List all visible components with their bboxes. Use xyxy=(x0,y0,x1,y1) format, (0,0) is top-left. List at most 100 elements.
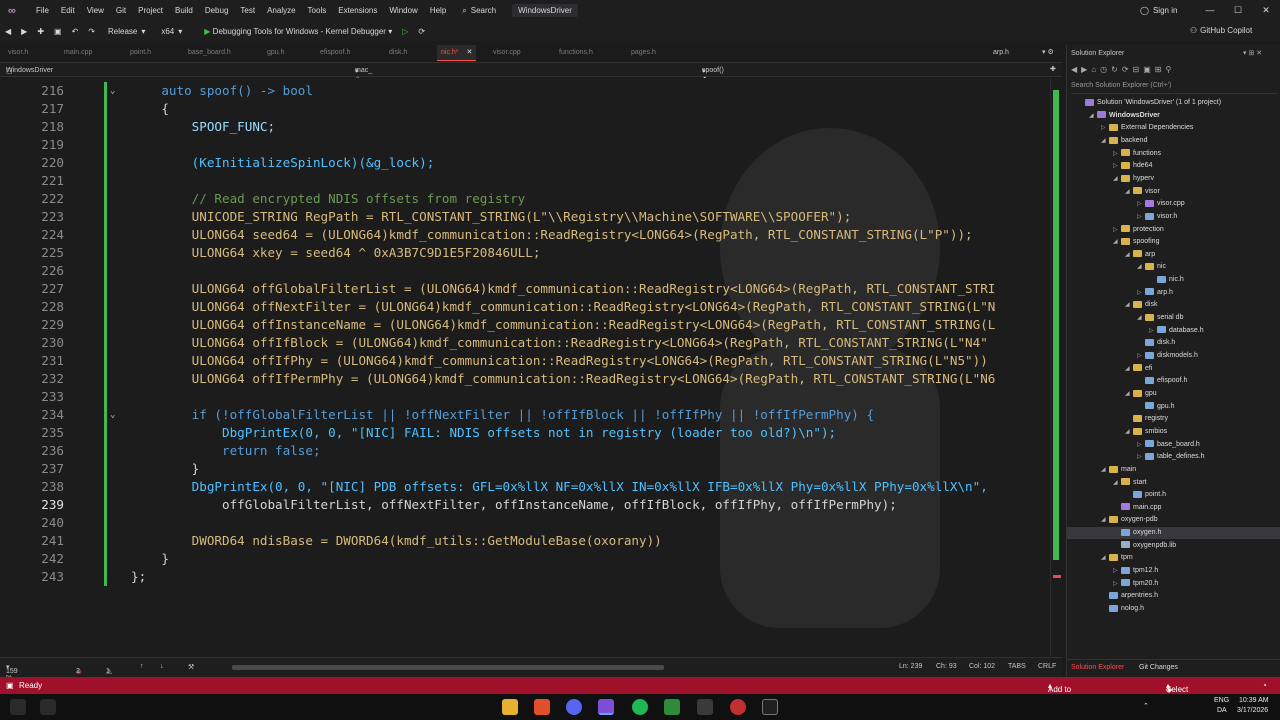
menu-window[interactable]: Window xyxy=(383,0,423,21)
code-line[interactable]: 216 ⌄ auto spoof() -> bool xyxy=(0,82,1050,100)
menu-build[interactable]: Build xyxy=(169,0,199,21)
code-line[interactable]: 222 // Read encrypted NDIS offsets from … xyxy=(0,190,1050,208)
keyboard-language[interactable]: ENG xyxy=(1214,697,1229,704)
tree-item[interactable]: ◢ arp xyxy=(1125,249,1155,261)
navigate-down-icon[interactable]: ↓ xyxy=(160,663,164,670)
tree-item[interactable]: nic.h xyxy=(1149,274,1184,286)
code-line[interactable]: 219 xyxy=(0,136,1050,154)
tree-item[interactable]: ▷ hde64 xyxy=(1113,160,1152,172)
tree-item[interactable]: ▷ base_board.h xyxy=(1137,439,1200,451)
back-icon[interactable]: ◀ xyxy=(0,27,16,36)
start-without-debugging-icon[interactable]: ▷ xyxy=(397,27,413,36)
code-line[interactable]: 229 ULONG64 offInstanceName = (ULONG64)k… xyxy=(0,316,1050,334)
indent-mode[interactable]: TABS xyxy=(1008,663,1026,670)
tab-functions-h[interactable]: functions.h xyxy=(559,45,593,61)
tree-item[interactable]: ▷ diskmodels.h xyxy=(1137,350,1198,362)
code-line[interactable]: 226 xyxy=(0,262,1050,280)
search-box[interactable]: ⌕ Search xyxy=(462,6,496,16)
tree-item[interactable]: ◢ serial db xyxy=(1137,312,1183,324)
code-line[interactable]: 241 DWORD64 ndisBase = DWORD64(kmdf_util… xyxy=(0,532,1050,550)
code-line[interactable]: 239 offGlobalFilterList, offNextFilter, … xyxy=(0,496,1050,514)
expanded-arrow-icon[interactable]: ◢ xyxy=(1101,135,1109,147)
expanded-arrow-icon[interactable]: ◢ xyxy=(1113,173,1121,185)
menu-analyze[interactable]: Analyze xyxy=(261,0,301,21)
menu-tools[interactable]: Tools xyxy=(302,0,333,21)
widgets-icon[interactable] xyxy=(10,699,26,715)
menu-help[interactable]: Help xyxy=(424,0,452,21)
start-debugging-button[interactable]: ▶ Debugging Tools for Windows - Kernel D… xyxy=(190,27,397,36)
tree-item[interactable]: ◢ main xyxy=(1101,464,1136,476)
forward-icon[interactable]: ▶ xyxy=(16,27,32,36)
tab-visor-h[interactable]: visor.h xyxy=(8,45,28,61)
solution-search-input[interactable]: Search Solution Explorer (Ctrl+') xyxy=(1071,82,1277,94)
tree-item[interactable]: ◢ smbios xyxy=(1125,426,1167,438)
expanded-arrow-icon[interactable]: ◢ xyxy=(1125,249,1133,261)
expanded-arrow-icon[interactable]: ◢ xyxy=(1137,312,1145,324)
tab-arp-h[interactable]: arp.h xyxy=(993,45,1009,61)
tree-item[interactable]: ▷ functions xyxy=(1113,148,1161,160)
tab-nic-h[interactable]: nic.h* ✕ xyxy=(437,45,477,61)
visual-studio-icon[interactable] xyxy=(598,699,614,715)
tree-item[interactable]: gpu.h xyxy=(1137,401,1175,413)
hot-reload-icon[interactable]: ⟳ xyxy=(413,27,430,36)
tree-item[interactable]: oxygenpdb.lib xyxy=(1113,540,1176,552)
tab-disk-h[interactable]: disk.h xyxy=(389,45,407,61)
tab-solution-explorer[interactable]: Solution Explorer xyxy=(1071,664,1124,671)
tree-item[interactable]: ▷ tpm12.h xyxy=(1113,565,1158,577)
app-icon[interactable] xyxy=(730,699,746,715)
code-line[interactable]: 240 xyxy=(0,514,1050,532)
tree-item[interactable]: ▷ visor.h xyxy=(1137,211,1177,223)
sign-in-button[interactable]: ◯ Sign in xyxy=(1140,0,1177,21)
collapsed-arrow-icon[interactable]: ▷ xyxy=(1113,565,1121,577)
expanded-arrow-icon[interactable]: ◢ xyxy=(1101,514,1109,526)
tree-item[interactable]: Solution 'WindowsDriver' (1 of 1 project… xyxy=(1077,97,1221,109)
menu-test[interactable]: Test xyxy=(234,0,261,21)
tree-item[interactable]: ◢ oxygen-pdb xyxy=(1101,514,1158,526)
add-to-source-control-button[interactable]: ↑ Add to Source Control ▴ xyxy=(1048,681,1074,712)
code-line[interactable]: 223 UNICODE_STRING RegPath = RTL_CONSTAN… xyxy=(0,208,1050,226)
tree-item[interactable]: ◢ tpm xyxy=(1101,552,1133,564)
close-icon[interactable]: ✕ xyxy=(1252,0,1280,21)
zoom-level[interactable]: 159 % ▾ xyxy=(6,663,18,682)
collapsed-arrow-icon[interactable]: ▷ xyxy=(1137,287,1145,299)
tree-item[interactable]: ▷ visor.cpp xyxy=(1137,198,1185,210)
code-line[interactable]: 236 return false; xyxy=(0,442,1050,460)
collapsed-arrow-icon[interactable]: ▷ xyxy=(1113,224,1121,236)
tab-gpu-h[interactable]: gpu.h xyxy=(267,45,285,61)
clock-time[interactable]: 10:39 AM xyxy=(1239,697,1269,704)
tree-item[interactable]: ▷ table_defines.h xyxy=(1137,451,1204,463)
code-line[interactable]: 225 ULONG64 xkey = seed64 ^ 0xA3B7C9D1E5… xyxy=(0,244,1050,262)
tab-visor-cpp[interactable]: visor.cpp xyxy=(493,45,521,61)
line-endings[interactable]: CRLF xyxy=(1038,663,1056,670)
tab-git-changes[interactable]: Git Changes xyxy=(1139,664,1178,671)
tree-item[interactable]: oxygen.h xyxy=(1067,527,1280,540)
maximize-icon[interactable]: ☐ xyxy=(1224,0,1252,21)
spotify-icon[interactable] xyxy=(632,699,648,715)
fold-chevron-icon[interactable]: ⌄ xyxy=(110,82,115,100)
close-tab-icon[interactable]: ✕ xyxy=(466,49,472,56)
code-line[interactable]: 232 ULONG64 offIfPermPhy = (ULONG64)kmdf… xyxy=(0,370,1050,388)
tree-item[interactable]: ▷ tpm20.h xyxy=(1113,578,1158,590)
tree-item[interactable]: arpentries.h xyxy=(1101,590,1158,602)
collapsed-arrow-icon[interactable]: ▷ xyxy=(1137,350,1145,362)
tree-item[interactable]: ◢ spoofing xyxy=(1113,236,1159,248)
menu-git[interactable]: Git xyxy=(110,0,132,21)
discord-icon[interactable] xyxy=(566,699,582,715)
menu-extensions[interactable]: Extensions xyxy=(332,0,383,21)
code-line[interactable]: 237 } xyxy=(0,460,1050,478)
menu-project[interactable]: Project xyxy=(132,0,169,21)
fold-chevron-icon[interactable]: ⌄ xyxy=(110,406,115,424)
expanded-arrow-icon[interactable]: ◢ xyxy=(1089,110,1097,122)
code-line[interactable]: 234 ⌄ if (!offGlobalFilterList || !offNex… xyxy=(0,406,1050,424)
tray-chevron-icon[interactable]: ⌃ xyxy=(1143,702,1149,710)
minimize-icon[interactable]: — xyxy=(1196,0,1224,21)
collapsed-arrow-icon[interactable]: ▷ xyxy=(1137,198,1145,210)
collapsed-arrow-icon[interactable]: ▷ xyxy=(1137,211,1145,223)
brave-browser-icon[interactable] xyxy=(534,699,550,715)
expanded-arrow-icon[interactable]: ◢ xyxy=(1137,261,1145,273)
code-line[interactable]: 217 { xyxy=(0,100,1050,118)
menu-view[interactable]: View xyxy=(81,0,110,21)
panel-options-icon[interactable]: ▾ ⊞ ✕ xyxy=(1243,49,1262,57)
menu-edit[interactable]: Edit xyxy=(55,0,81,21)
code-line[interactable]: 230 ULONG64 offIfBlock = (ULONG64)kmdf_c… xyxy=(0,334,1050,352)
